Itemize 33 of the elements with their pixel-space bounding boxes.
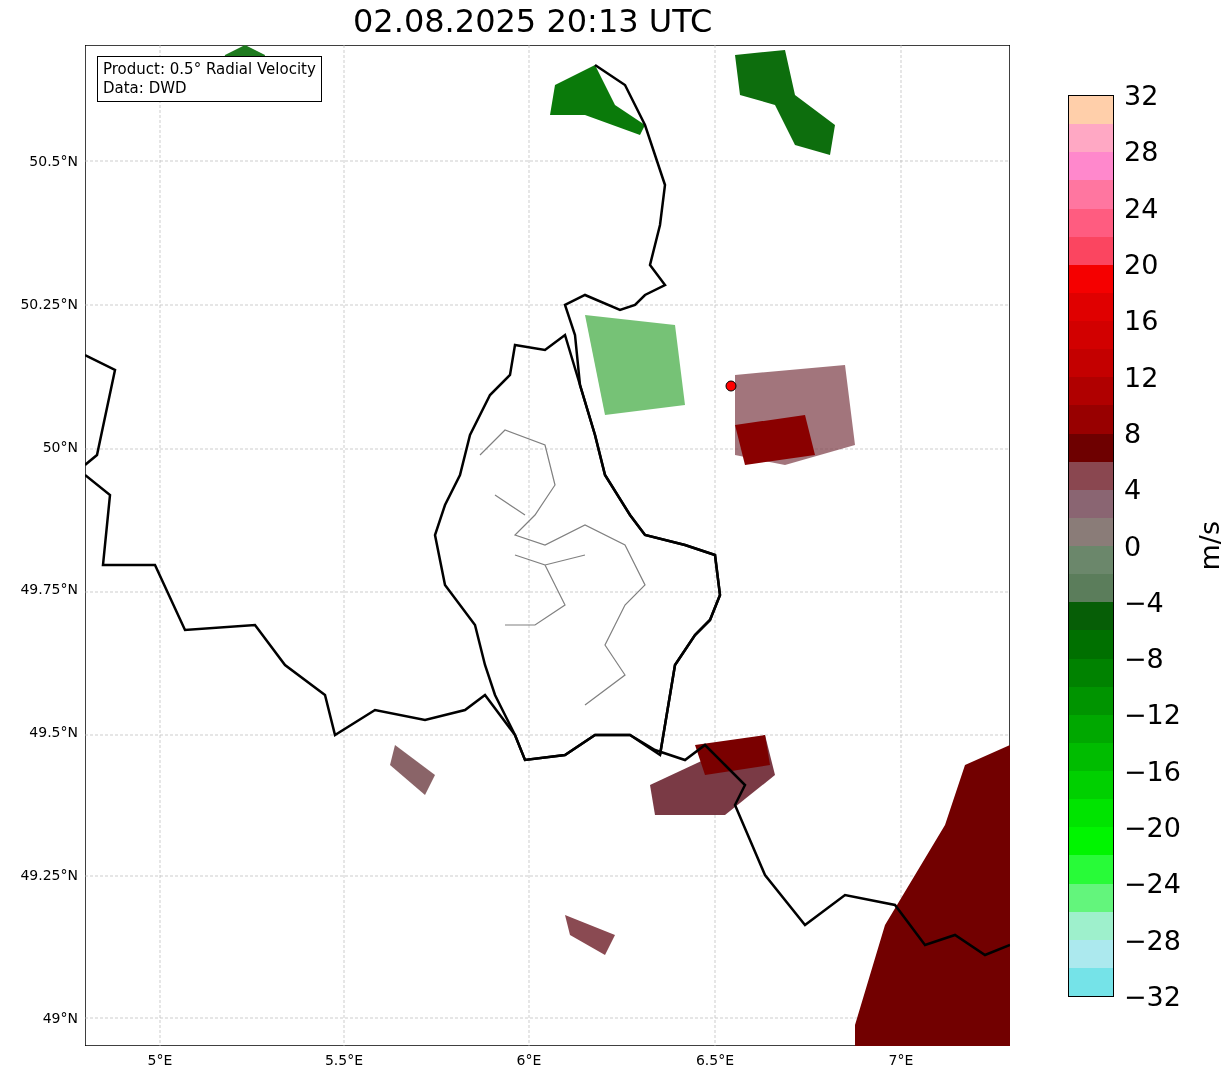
latitude-label: 50°N	[42, 438, 78, 455]
colorbar-tick-label: 4	[1124, 473, 1142, 505]
colorbar-tick-label: 12	[1124, 361, 1159, 393]
chart-title: 02.08.2025 20:13 UTC	[352, 1, 714, 42]
colorbar-tick-label: −32	[1124, 980, 1181, 1012]
longitude-label: 5.5°E	[324, 1052, 364, 1068]
colorbar-tick-label: −4	[1124, 586, 1164, 618]
longitude-label: 5°E	[147, 1052, 173, 1068]
colorbar-tick-label: −16	[1124, 755, 1181, 787]
colorbar-tick-label: −28	[1124, 924, 1181, 956]
colorbar-tick-label: 20	[1124, 248, 1159, 280]
colorbar-tick-label: −12	[1124, 698, 1181, 730]
colorbar-tick-label: 8	[1124, 417, 1142, 449]
longitude-label: 7°E	[888, 1052, 914, 1068]
latitude-label: 49.5°N	[29, 724, 78, 741]
longitude-label: 6°E	[516, 1052, 542, 1068]
colorbar-tick-label: 16	[1124, 304, 1159, 336]
latitude-label: 49°N	[42, 1009, 78, 1026]
colorbar-tick-label: 32	[1124, 79, 1159, 111]
latitude-label: 49.75°N	[20, 581, 78, 598]
colorbar-tick-label: −20	[1124, 811, 1181, 843]
colorbar-tick-label: 0	[1124, 530, 1142, 561]
latitude-label: 50.25°N	[20, 295, 78, 312]
colorbar-tick-label: −8	[1124, 642, 1164, 674]
latitude-label: 49.25°N	[20, 867, 78, 883]
colorbar-unit-label: m/s	[1194, 520, 1225, 571]
colorbar-tick-label: 24	[1124, 192, 1159, 224]
colorbar-tick-label: −24	[1124, 867, 1181, 899]
legend-text: Data: DWD	[103, 79, 188, 98]
latitude-label: 50.5°N	[29, 153, 78, 169]
colorbar-tick-label: 28	[1124, 135, 1159, 167]
legend-text: Product: 0.5° Radial Velocity	[103, 60, 316, 79]
longitude-label: 6.5°E	[695, 1052, 735, 1068]
